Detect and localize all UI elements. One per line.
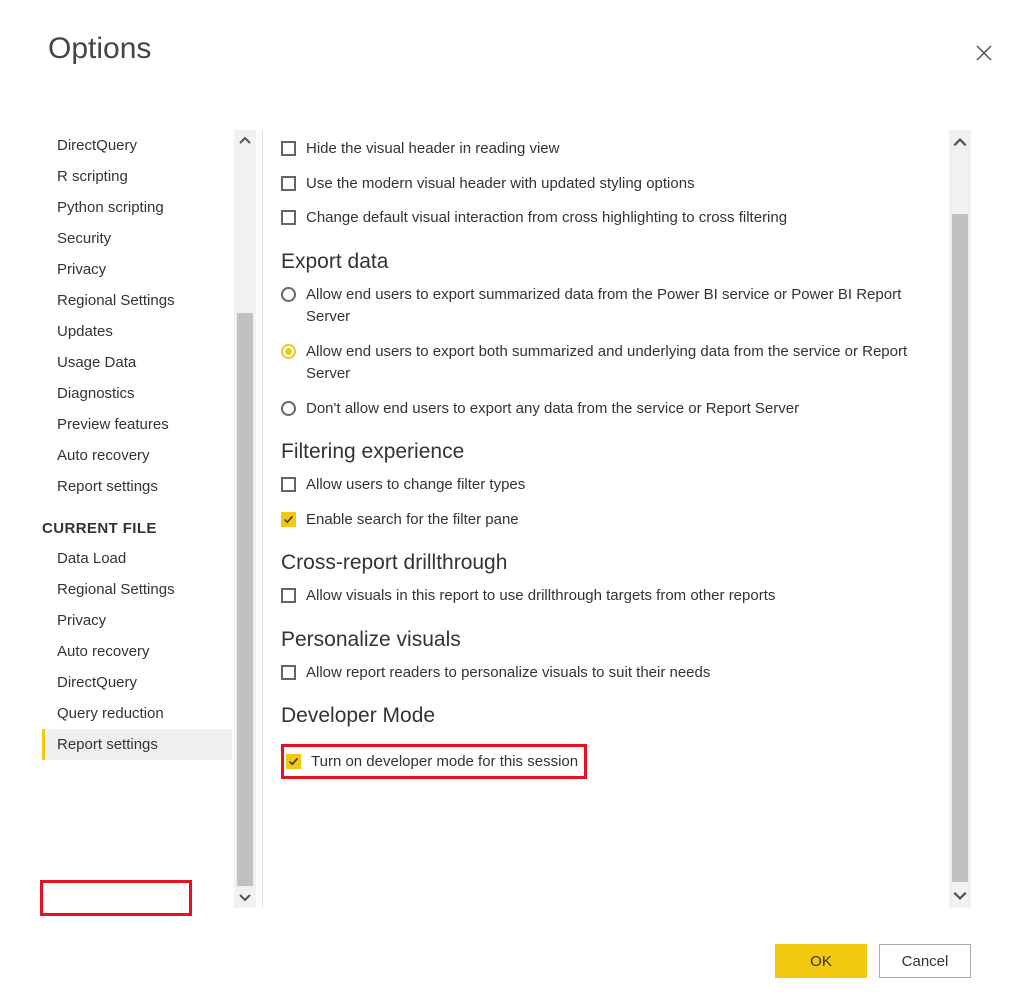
sidebar-item-data-load[interactable]: Data Load (42, 543, 232, 574)
option-cross-filtering[interactable]: Change default visual interaction from c… (281, 207, 943, 230)
close-button[interactable] (975, 44, 993, 66)
sidebar-scroll: DirectQuery R scripting Python scripting… (42, 130, 256, 908)
checkbox[interactable] (286, 754, 301, 769)
checkbox[interactable] (281, 588, 296, 603)
section-developer-mode: Developer Mode (281, 704, 943, 728)
sidebar-scroll-down[interactable] (234, 886, 256, 908)
close-icon (975, 44, 993, 62)
export-option-both[interactable]: Allow end users to export both summarize… (281, 341, 943, 386)
option-label: Enable search for the filter pane (306, 509, 519, 532)
option-drillthrough[interactable]: Allow visuals in this report to use dril… (281, 585, 943, 608)
sidebar-scroll-up[interactable] (234, 130, 256, 152)
section-filtering: Filtering experience (281, 440, 943, 464)
section-export-data: Export data (281, 250, 943, 274)
sidebar-item-updates[interactable]: Updates (42, 316, 232, 347)
checkbox[interactable] (281, 512, 296, 527)
radio[interactable] (281, 344, 296, 359)
option-label: Don't allow end users to export any data… (306, 398, 799, 421)
export-option-summarized[interactable]: Allow end users to export summarized dat… (281, 284, 943, 329)
option-label: Allow report readers to personalize visu… (306, 662, 710, 685)
main-scroll-down[interactable] (949, 882, 971, 908)
option-label: Use the modern visual header with update… (306, 173, 695, 196)
chevron-down-icon (238, 890, 252, 904)
chevron-up-icon (238, 134, 252, 148)
option-label: Allow users to change filter types (306, 474, 525, 497)
sidebar-item-directquery-file[interactable]: DirectQuery (42, 667, 232, 698)
main-scroll-up[interactable] (949, 130, 971, 156)
option-personalize-visuals[interactable]: Allow report readers to personalize visu… (281, 662, 943, 685)
sidebar-item-auto-recovery[interactable]: Auto recovery (42, 440, 232, 471)
sidebar-item-regional-settings[interactable]: Regional Settings (42, 285, 232, 316)
options-dialog: Options DirectQuery R scripting Python s… (0, 32, 1011, 1006)
radio[interactable] (281, 401, 296, 416)
checkbox[interactable] (281, 176, 296, 191)
option-allow-change-filter[interactable]: Allow users to change filter types (281, 474, 943, 497)
sidebar-scrollbar[interactable] (234, 130, 256, 908)
checkbox[interactable] (281, 141, 296, 156)
sidebar-item-privacy[interactable]: Privacy (42, 254, 232, 285)
main-scroll-thumb[interactable] (952, 214, 968, 882)
export-option-none[interactable]: Don't allow end users to export any data… (281, 398, 943, 421)
sidebar-item-python-scripting[interactable]: Python scripting (42, 192, 232, 223)
dialog-body: DirectQuery R scripting Python scripting… (42, 130, 971, 908)
option-hide-visual-header[interactable]: Hide the visual header in reading view (281, 138, 943, 161)
sidebar-item-report-settings-global[interactable]: Report settings (42, 471, 232, 502)
section-personalize: Personalize visuals (281, 628, 943, 652)
sidebar-item-regional-settings-file[interactable]: Regional Settings (42, 574, 232, 605)
checkmark-icon (283, 513, 294, 526)
checkbox[interactable] (281, 210, 296, 225)
highlight-developer-mode: Turn on developer mode for this session (281, 744, 587, 779)
vertical-divider (262, 130, 263, 908)
option-label: Turn on developer mode for this session (311, 751, 578, 774)
cancel-button[interactable]: Cancel (879, 944, 971, 978)
sidebar-item-auto-recovery-file[interactable]: Auto recovery (42, 636, 232, 667)
dialog-footer: OK Cancel (775, 944, 971, 978)
option-label: Allow end users to export summarized dat… (306, 284, 943, 329)
checkbox[interactable] (281, 477, 296, 492)
checkbox[interactable] (281, 665, 296, 680)
sidebar-item-r-scripting[interactable]: R scripting (42, 161, 232, 192)
sidebar-item-usage-data[interactable]: Usage Data (42, 347, 232, 378)
sidebar-scroll-thumb[interactable] (237, 313, 253, 886)
sidebar-item-diagnostics[interactable]: Diagnostics (42, 378, 232, 409)
option-label: Allow visuals in this report to use dril… (306, 585, 775, 608)
checkmark-icon (288, 755, 299, 768)
dialog-title: Options (48, 32, 1011, 66)
sidebar-group-current-file: CURRENT FILE (42, 502, 232, 543)
sidebar-item-privacy-file[interactable]: Privacy (42, 605, 232, 636)
section-drillthrough: Cross-report drillthrough (281, 551, 943, 575)
option-label: Hide the visual header in reading view (306, 138, 559, 161)
sidebar-item-query-reduction[interactable]: Query reduction (42, 698, 232, 729)
chevron-down-icon (952, 887, 968, 903)
sidebar-item-report-settings-file[interactable]: Report settings (42, 729, 232, 760)
option-developer-mode[interactable]: Turn on developer mode for this session (286, 751, 578, 774)
option-modern-visual-header[interactable]: Use the modern visual header with update… (281, 173, 943, 196)
sidebar: DirectQuery R scripting Python scripting… (42, 130, 256, 908)
sidebar-item-preview-features[interactable]: Preview features (42, 409, 232, 440)
option-label: Allow end users to export both summarize… (306, 341, 943, 386)
main-panel: Hide the visual header in reading view U… (281, 130, 971, 908)
option-label: Change default visual interaction from c… (306, 207, 787, 230)
radio[interactable] (281, 287, 296, 302)
main-scrollbar[interactable] (949, 130, 971, 908)
option-enable-search-filter[interactable]: Enable search for the filter pane (281, 509, 943, 532)
sidebar-item-directquery[interactable]: DirectQuery (42, 130, 232, 161)
ok-button[interactable]: OK (775, 944, 867, 978)
chevron-up-icon (952, 135, 968, 151)
sidebar-item-security[interactable]: Security (42, 223, 232, 254)
